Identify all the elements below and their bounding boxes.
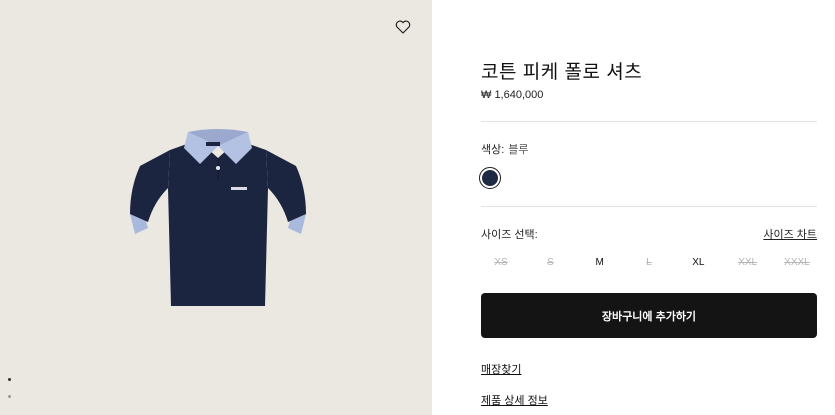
size-label: 사이즈 선택: (481, 229, 538, 241)
carousel-dot[interactable] (8, 378, 11, 381)
size-option-xl[interactable]: XL (678, 257, 718, 268)
color-label-row: 색상: 블루 (481, 141, 529, 157)
divider (481, 206, 817, 207)
size-option-l[interactable]: L (629, 257, 669, 268)
size-option-xs[interactable]: XS (481, 257, 521, 268)
size-option-xxl[interactable]: XXL (728, 257, 768, 268)
carousel-dots (8, 378, 11, 412)
carousel-dot[interactable] (8, 395, 11, 398)
heart-outline-icon (395, 20, 411, 34)
product-gallery (0, 0, 432, 415)
size-option-xxxl[interactable]: XXXL (777, 257, 817, 268)
wishlist-button[interactable] (394, 18, 412, 36)
size-chart-link[interactable]: 사이즈 차트 (763, 226, 817, 242)
product-image[interactable] (118, 118, 318, 318)
swatch-fill (482, 170, 498, 186)
product-details-link[interactable]: 제품 상세 정보 (481, 392, 548, 408)
color-label: 색상: (481, 144, 505, 156)
product-price: ₩ 1,640,000 (481, 89, 544, 101)
add-to-cart-button[interactable]: 장바구니에 추가하기 (481, 293, 817, 338)
size-option-m[interactable]: M (580, 257, 620, 268)
find-store-link[interactable]: 매장찾기 (481, 361, 521, 377)
product-title: 코튼 피케 폴로 셔츠 (481, 62, 643, 83)
color-value: 블루 (508, 144, 529, 156)
size-option-s[interactable]: S (530, 257, 570, 268)
color-swatch-blue[interactable] (479, 167, 501, 189)
divider (481, 121, 817, 122)
size-options: XS S M L XL XXL XXXL (481, 257, 817, 268)
